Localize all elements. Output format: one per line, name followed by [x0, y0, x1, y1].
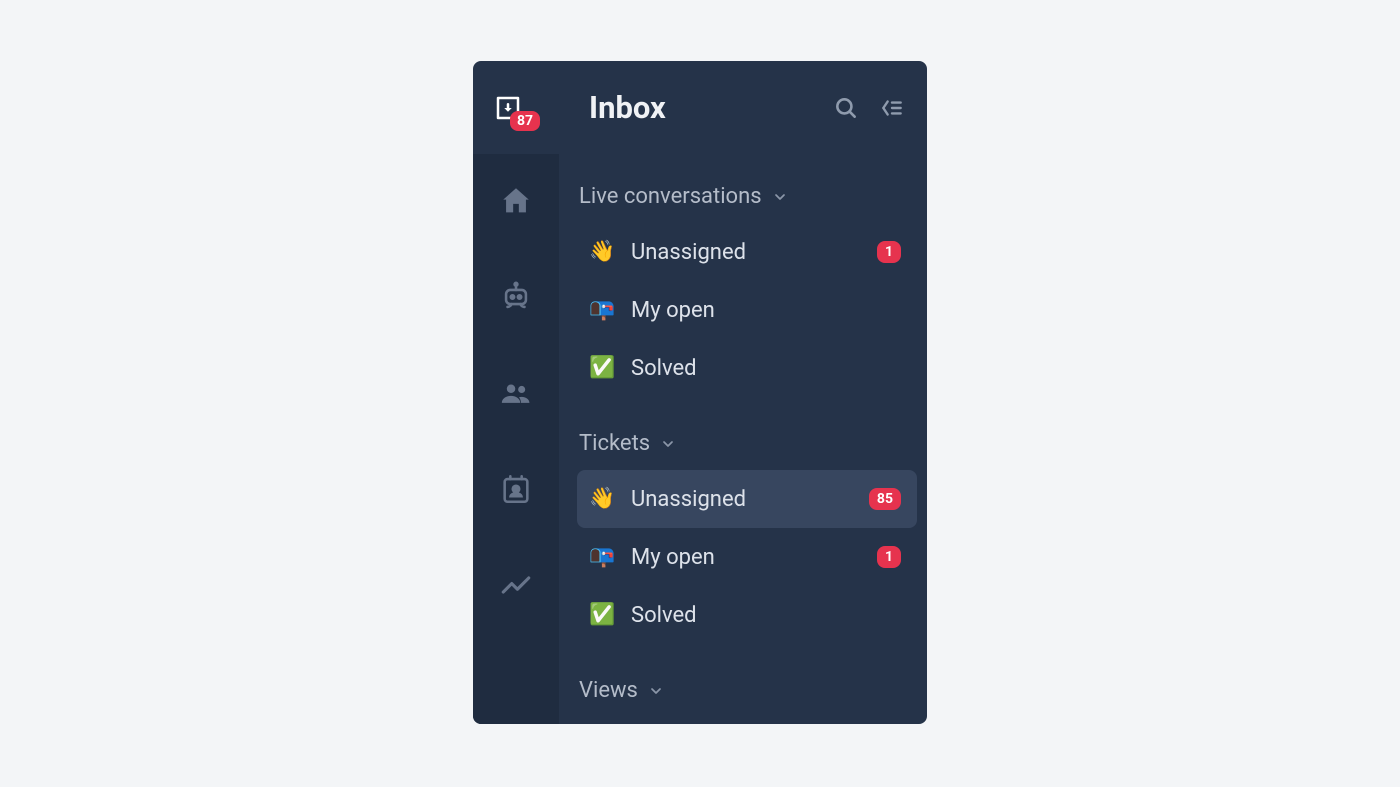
section-title: Live conversations	[579, 184, 762, 209]
tickets-item-my-open[interactable]: 📭 My open 1	[577, 528, 917, 586]
collapse-list-icon[interactable]	[879, 95, 905, 121]
search-icon[interactable]	[833, 95, 859, 121]
item-label: Unassigned	[631, 240, 861, 265]
mailbox-icon: 📭	[589, 300, 615, 321]
section-live-conversations[interactable]: Live conversations	[577, 176, 919, 223]
chevron-down-icon	[648, 683, 664, 699]
live-item-unassigned[interactable]: 👋 Unassigned 1	[577, 223, 917, 281]
inbox-count-badge: 87	[510, 111, 540, 131]
wave-icon: 👋	[589, 489, 615, 510]
panel-body: Live conversations 👋 Unassigned 1 📭 My o…	[473, 154, 927, 724]
item-label: My open	[631, 298, 901, 323]
item-label: Solved	[631, 603, 901, 628]
count-badge: 1	[877, 546, 901, 568]
tickets-item-unassigned[interactable]: 👋 Unassigned 85	[577, 470, 917, 528]
nav-rail	[473, 154, 559, 724]
contact-card-icon[interactable]	[499, 472, 533, 506]
tickets-item-solved[interactable]: ✅ Solved	[577, 586, 917, 644]
item-label: Unassigned	[631, 487, 853, 512]
chevron-down-icon	[660, 436, 676, 452]
section-title: Tickets	[579, 431, 650, 456]
panel-header: 87 Inbox	[473, 61, 927, 154]
chevron-down-icon	[772, 189, 788, 205]
people-icon[interactable]	[499, 376, 533, 410]
section-views[interactable]: Views	[577, 670, 919, 717]
mailbox-icon: 📭	[589, 547, 615, 568]
count-badge: 85	[869, 488, 901, 510]
live-item-solved[interactable]: ✅ Solved	[577, 339, 917, 397]
header-actions	[833, 95, 905, 121]
page-title: Inbox	[589, 89, 833, 126]
section-tickets[interactable]: Tickets	[577, 423, 919, 470]
check-icon: ✅	[589, 605, 615, 626]
home-icon[interactable]	[499, 184, 533, 218]
count-badge: 1	[877, 241, 901, 263]
check-icon: ✅	[589, 358, 615, 379]
bot-icon[interactable]	[499, 280, 533, 314]
item-label: Solved	[631, 356, 901, 381]
inbox-icon-wrap[interactable]: 87	[493, 93, 537, 123]
sidebar-content: Live conversations 👋 Unassigned 1 📭 My o…	[559, 154, 927, 724]
analytics-icon[interactable]	[499, 568, 533, 602]
wave-icon: 👋	[589, 242, 615, 263]
live-item-my-open[interactable]: 📭 My open	[577, 281, 917, 339]
inbox-panel: 87 Inbox	[473, 61, 927, 724]
item-label: My open	[631, 545, 861, 570]
section-title: Views	[579, 678, 638, 703]
